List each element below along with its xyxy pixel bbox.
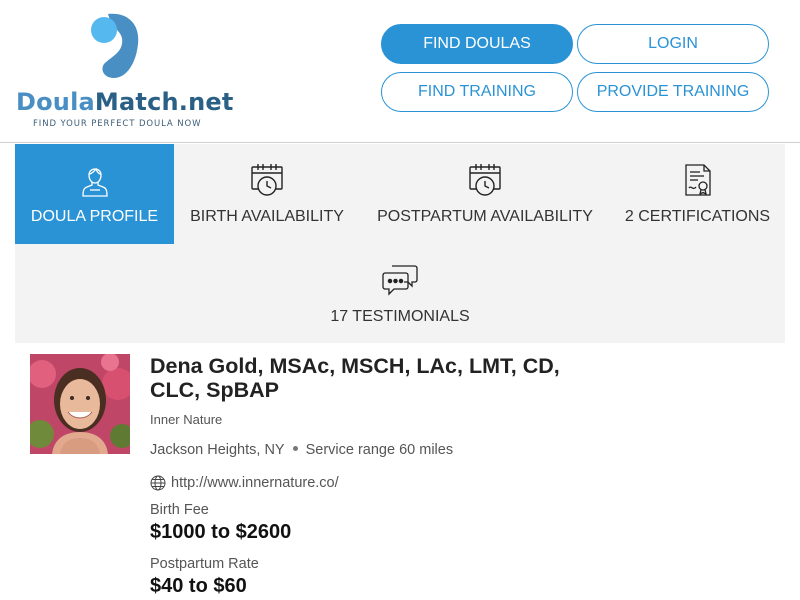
provide-training-button[interactable]: PROVIDE TRAINING: [577, 72, 769, 112]
location-line: Jackson Heights, NY Service range 60 mile…: [150, 442, 453, 458]
doula-name: Dena Gold, MSAc, MSCH, LAc, LMT, CD, CLC…: [150, 354, 560, 402]
tab-label: BIRTH AVAILABILITY: [190, 208, 344, 225]
find-doulas-button[interactable]: FIND DOULAS: [381, 24, 573, 64]
birth-fee-label: Birth Fee: [150, 502, 209, 518]
postpartum-rate-value: $40 to $60: [150, 575, 247, 597]
globe-icon: [150, 475, 166, 491]
doula-person-icon: [81, 167, 108, 197]
site-header: DoulaMatch.net FIND YOUR PERFECT DOULA N…: [0, 0, 800, 143]
tab-certifications[interactable]: 2 CERTIFICATIONS: [610, 144, 785, 244]
website-row: http://www.innernature.co/: [150, 475, 339, 491]
logo-tagline: FIND YOUR PERFECT DOULA NOW: [33, 119, 202, 129]
logo-wordmark: DoulaMatch.net: [16, 88, 234, 116]
tab-birth-availability[interactable]: BIRTH AVAILABILITY: [174, 144, 360, 244]
postpartum-rate-label: Postpartum Rate: [150, 556, 259, 572]
doulamatch-logo[interactable]: DoulaMatch.net FIND YOUR PERFECT DOULA N…: [16, 10, 233, 135]
tab-doula-profile[interactable]: DOULA PROFILE: [15, 144, 174, 244]
location-text: Jackson Heights, NY: [150, 442, 285, 458]
certificate-icon: [684, 164, 711, 196]
chat-bubbles-icon: [382, 265, 418, 296]
tab-label: 17 TESTIMONIALS: [330, 308, 470, 325]
calendar-clock-icon: [469, 164, 501, 196]
login-button[interactable]: LOGIN: [577, 24, 769, 64]
tab-postpartum-availability[interactable]: POSTPARTUM AVAILABILITY: [360, 144, 610, 244]
tab-label: DOULA PROFILE: [30, 208, 159, 225]
tab-label: POSTPARTUM AVAILABILITY: [377, 208, 593, 225]
find-training-button[interactable]: FIND TRAINING: [381, 72, 573, 112]
separator-dot: [292, 446, 298, 452]
website-link[interactable]: http://www.innernature.co/: [171, 475, 339, 491]
service-range-text: Service range 60 miles: [305, 442, 454, 458]
tab-label: 2 CERTIFICATIONS: [624, 208, 771, 225]
tab-testimonials[interactable]: 17 TESTIMONIALS: [300, 244, 500, 344]
profile-tabs: DOULA PROFILE BIRTH AVAILABILITY POSTPAR…: [15, 144, 785, 343]
calendar-clock-icon: [251, 164, 283, 196]
doula-photo: [30, 354, 130, 454]
organization-name: Inner Nature: [150, 412, 223, 427]
birth-fee-value: $1000 to $2600: [150, 521, 292, 543]
logo-mark-icon: [91, 13, 139, 78]
